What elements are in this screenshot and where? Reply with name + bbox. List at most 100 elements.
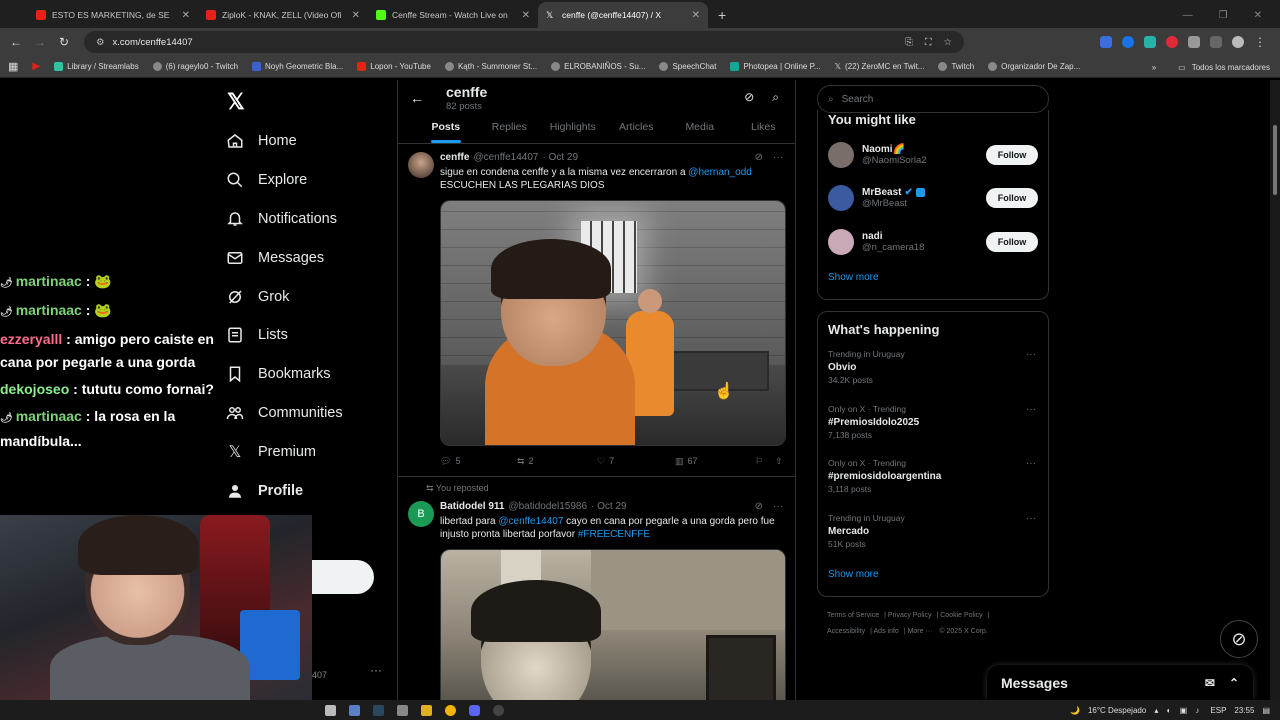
page-scrollbar[interactable] [1270, 80, 1280, 700]
close-icon[interactable]: ✕ [522, 10, 530, 21]
discord-icon[interactable] [469, 704, 480, 716]
show-more-link[interactable]: Show more [818, 561, 1048, 590]
suggestion-row[interactable]: Naomi🌈 @NaomiSorla2 Follow [818, 133, 1048, 177]
nav-grok[interactable]: Grok [226, 277, 396, 316]
suggestion-row[interactable]: MrBeast ✔ @MrBeast Follow [818, 177, 1048, 221]
back-icon[interactable]: ← [4, 35, 28, 49]
nav-notifications[interactable]: Notifications [226, 200, 396, 239]
forward-icon[interactable]: → [28, 35, 52, 49]
suggestion-row[interactable]: nadi @n_camera18 Follow [818, 220, 1048, 264]
menu-list-icon[interactable] [1210, 36, 1222, 48]
steam-icon[interactable] [373, 704, 384, 716]
reply-button[interactable]: 💬︎ 5 [440, 456, 517, 467]
avatar[interactable] [408, 152, 434, 178]
tab-media[interactable]: Media [668, 116, 732, 143]
url-field[interactable]: ⚙ x.com/cenffe14407 ⎘ ⛶ ☆ [84, 31, 964, 53]
footer-link[interactable]: Accessibility [827, 628, 865, 635]
extension-icon[interactable] [1122, 36, 1134, 48]
browser-tab-active[interactable]: 𝕏cenffe (@cenffe14407) / X ✕ [538, 2, 708, 28]
site-info-icon[interactable]: ⚙ [96, 37, 105, 48]
tweet-author-handle[interactable]: @batidodel15986 [508, 501, 587, 512]
tweet-date[interactable]: · Oct 29 [542, 152, 578, 163]
nav-profile[interactable]: Profile [226, 471, 396, 510]
tab-likes[interactable]: Likes [732, 116, 796, 143]
nav-bookmarks[interactable]: Bookmarks [226, 355, 396, 394]
maximize-icon[interactable]: ❐ [1219, 10, 1228, 21]
nav-lists[interactable]: Lists [226, 316, 396, 355]
avatar[interactable] [828, 185, 854, 212]
hashtag-link[interactable]: #FREECENFFE [578, 529, 650, 540]
bookmark-item[interactable]: Twitch [938, 62, 974, 71]
bookmark-item[interactable]: (6) rageylo0 - Twitch [152, 62, 238, 71]
kebab-menu-icon[interactable]: ⋮ [1254, 35, 1266, 49]
tweet-media-image[interactable] [440, 200, 786, 446]
close-icon[interactable]: ✕ [692, 10, 700, 21]
search-icon[interactable]: ⌕ [772, 90, 779, 105]
mention-link[interactable]: @cenffe14407 [498, 516, 563, 527]
tweet[interactable]: cenffe @cenffe14407 · Oct 29 ⊘ ··· sigue en… [398, 144, 795, 477]
taskbar-app-icon[interactable] [349, 704, 360, 716]
like-button[interactable]: ♡ 7 [597, 456, 675, 467]
footer-link[interactable]: Terms of Service [827, 612, 879, 619]
footer-link[interactable]: Privacy Policy [888, 612, 932, 619]
taskbar-app-icon[interactable] [421, 704, 432, 716]
chevron-up-icon[interactable]: ⌃ [1229, 676, 1239, 690]
avatar[interactable] [1232, 36, 1244, 48]
star-icon[interactable]: ☆ [943, 37, 952, 48]
trend-item[interactable]: Only on X · Trending #PremiosIdolo2025 7,1… [818, 398, 1048, 453]
extension-icon[interactable] [1166, 36, 1178, 48]
tweet-author-name[interactable]: Batidodel 911 [440, 501, 504, 512]
more-icon[interactable]: ··· [1026, 513, 1036, 524]
nav-explore[interactable]: Explore [226, 161, 396, 200]
share-button[interactable]: ⇧ [775, 456, 783, 467]
translate-icon[interactable]: ⛶ [925, 37, 932, 48]
footer-link[interactable]: More ··· [908, 628, 933, 635]
tweet-media-image[interactable] [440, 549, 786, 700]
trend-item[interactable]: Only on X · Trending #premiosidoloargenti… [818, 452, 1048, 507]
youtube-icon[interactable]: ▶ [32, 61, 40, 72]
grok-floating-button[interactable]: ⊘ [1220, 620, 1258, 658]
nav-messages[interactable]: Messages [226, 238, 396, 277]
avatar[interactable] [828, 228, 854, 255]
browser-tab[interactable]: ZiploK - KNAK, ZELL (Video Ofi ✕ [198, 2, 368, 28]
notification-icon[interactable]: ▤ [1262, 706, 1270, 715]
nav-premium[interactable]: 𝕏 Premium [226, 432, 396, 471]
tab-highlights[interactable]: Highlights [541, 116, 605, 143]
bookmark-item[interactable]: Noyh Geometric Bla... [252, 62, 343, 71]
tweet-author-name[interactable]: cenffe [440, 152, 469, 163]
minimize-icon[interactable]: — [1183, 10, 1193, 21]
more-icon[interactable]: ··· [1026, 458, 1036, 469]
tweet-date[interactable]: · Oct 29 [591, 501, 627, 512]
repost-button[interactable]: ⇆ 2 [517, 456, 597, 467]
taskbar-app-icon[interactable] [397, 704, 408, 716]
tab-replies[interactable]: Replies [478, 116, 542, 143]
more-icon[interactable]: ··· [773, 152, 783, 163]
tab-posts[interactable]: Posts [414, 116, 478, 143]
install-icon[interactable]: ⎘ [905, 37, 913, 48]
bookmark-item[interactable]: Kąth - Summoner St... [444, 62, 537, 71]
x-logo-icon[interactable]: 𝕏 [227, 89, 245, 115]
messages-drawer[interactable]: Messages ✉ ⌃ [987, 665, 1253, 700]
obs-icon[interactable] [493, 704, 504, 716]
tweet-author-handle[interactable]: @cenffe14407 [473, 152, 538, 163]
browser-tab[interactable]: Cenffe Stream - Watch Live on ✕ [368, 2, 538, 28]
footer-link[interactable]: Ads info [874, 628, 899, 635]
grok-icon[interactable]: ⊘ [744, 90, 754, 105]
bookmark-item[interactable]: SpeechChat [659, 62, 716, 71]
bookmark-item[interactable]: Library / Streamlabs [54, 62, 139, 71]
tweet[interactable]: ⇆ You reposted B Batidodel 911 @batidodel… [398, 477, 795, 700]
clock[interactable]: 23:55 [1234, 706, 1254, 715]
close-icon[interactable]: ✕ [352, 10, 360, 21]
follow-button[interactable]: Follow [986, 188, 1038, 209]
follow-button[interactable]: Follow [986, 144, 1038, 165]
views-button[interactable]: ▥ 67 [675, 456, 755, 467]
mention-link[interactable]: @hernan_odd [688, 167, 752, 178]
browser-tab[interactable]: ESTO ES MARKETING, de SE ✕ [28, 2, 198, 28]
trend-item[interactable]: Trending in Uruguay Obvio 34.2K posts ··· [818, 343, 1048, 398]
more-icon[interactable]: ··· [1026, 349, 1036, 360]
chrome-icon[interactable] [445, 704, 456, 716]
search-input[interactable]: ⌕ Search [817, 85, 1049, 113]
puzzle-icon[interactable] [1188, 36, 1200, 48]
scrollbar-thumb[interactable] [1273, 125, 1277, 195]
back-arrow-icon[interactable]: ← [410, 90, 446, 106]
